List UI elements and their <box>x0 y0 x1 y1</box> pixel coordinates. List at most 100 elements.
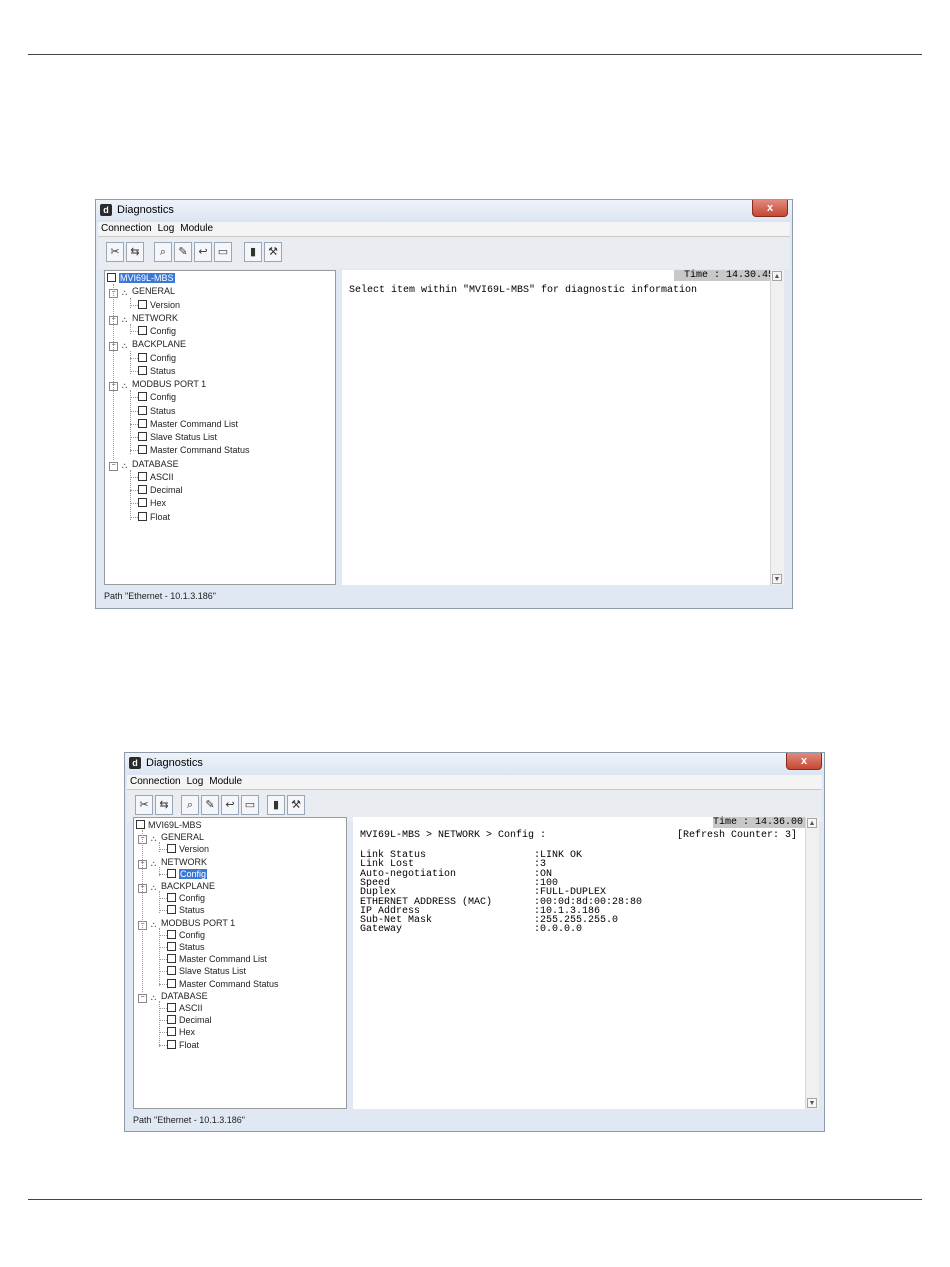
tree-group-database[interactable]: − ⛬ DATABASE <box>138 991 208 1003</box>
tree-connector <box>159 927 160 986</box>
tree-group-general[interactable]: − ⛬ GENERAL <box>109 286 175 299</box>
tree-item-config[interactable]: Config <box>138 352 176 364</box>
tree-connector <box>159 983 167 985</box>
close-button[interactable]: x <box>752 200 788 217</box>
tree-connector <box>159 849 167 851</box>
tree-item-config[interactable]: Config <box>138 326 176 337</box>
tree-group-modbus-port-1[interactable]: − ⛬ MODBUS PORT 1 <box>109 379 206 391</box>
import-icon[interactable]: ↩ <box>221 795 239 815</box>
tree-group-network[interactable]: − ⛬ NETWORK <box>138 857 207 869</box>
tree-item-label: Master Command Status <box>179 978 279 989</box>
tree-item-float[interactable]: Float <box>167 1039 199 1051</box>
new-log-icon[interactable]: ✎ <box>174 242 192 262</box>
tree-item-decimal[interactable]: Decimal <box>138 485 183 496</box>
tree-item-label: Config <box>150 392 177 403</box>
search-icon[interactable]: ⌕ <box>154 242 172 262</box>
tree-group-network[interactable]: − ⛬ NETWORK <box>109 313 178 325</box>
disconnect-icon[interactable]: ✂ <box>106 242 124 262</box>
tree-item-master-command-list[interactable]: Master Command List <box>167 954 267 965</box>
open-folder-icon[interactable]: ▭ <box>214 242 232 262</box>
connect-icon[interactable]: ⇆ <box>155 795 173 815</box>
tree-item-decimal[interactable]: Decimal <box>167 1015 212 1026</box>
tree-item-status[interactable]: Status <box>167 942 205 953</box>
tree-item-master-command-status[interactable]: Master Command Status <box>167 978 279 990</box>
collapse-icon[interactable]: − <box>109 461 118 471</box>
vertical-scrollbar[interactable]: ▲ ▼ <box>805 817 819 1109</box>
module-icon <box>107 273 116 282</box>
tree-item-config[interactable]: Config <box>167 929 205 941</box>
tree-item-label: Status <box>179 942 205 952</box>
tree-item-hex[interactable]: Hex <box>167 1027 195 1038</box>
close-button[interactable]: x <box>786 753 822 770</box>
page-icon <box>138 405 147 415</box>
tree-item-status[interactable]: Status <box>167 905 205 916</box>
page-icon <box>138 471 147 481</box>
scroll-down-icon[interactable]: ▼ <box>772 574 782 584</box>
tree-group-database[interactable]: − ⛬ DATABASE <box>109 459 179 471</box>
tree-group-general[interactable]: − ⛬ GENERAL <box>138 832 204 845</box>
page-icon <box>167 868 176 878</box>
vertical-scrollbar[interactable]: ▲ ▼ <box>770 270 784 585</box>
tree-root[interactable]: MVI69L-MBS <box>136 820 202 831</box>
network-icon: ⛬ <box>150 858 157 868</box>
collapse-icon[interactable]: − <box>138 993 147 1003</box>
page-icon <box>138 485 147 494</box>
search-icon[interactable]: ⌕ <box>181 795 199 815</box>
tree-item-slave-status-list[interactable]: Slave Status List <box>138 432 217 443</box>
tree-item-hex[interactable]: Hex <box>138 498 166 509</box>
menu-log[interactable]: Log <box>155 222 178 234</box>
tree-group-modbus-port-1[interactable]: − ⛬ MODBUS PORT 1 <box>138 918 235 930</box>
tree-root[interactable]: MVI69L-MBS <box>107 273 175 284</box>
tree-item-ascii[interactable]: ASCII <box>167 1003 203 1014</box>
app-icon: d <box>129 757 141 769</box>
status-path: Path "Ethernet - 10.1.3.186" <box>104 591 216 601</box>
menu-bar: Connection Log Module <box>98 222 790 237</box>
bar-chart-icon[interactable]: ▮ <box>267 795 285 815</box>
tree-item-config[interactable]: Config <box>167 893 205 904</box>
tree-group-backplane[interactable]: − ⛬ BACKPLANE <box>138 881 215 893</box>
scroll-up-icon[interactable]: ▲ <box>772 271 782 281</box>
tree-item-status[interactable]: Status <box>138 405 176 417</box>
menu-module[interactable]: Module <box>206 775 245 787</box>
tree-item-config[interactable]: Config <box>167 868 208 880</box>
tree-item-label: Config <box>179 893 206 904</box>
network-icon: ⛬ <box>150 992 157 1002</box>
tree-item-master-command-status[interactable]: Master Command Status <box>138 445 250 456</box>
tree-item-config[interactable]: Config <box>138 392 176 403</box>
page-icon <box>167 1027 176 1037</box>
tools-icon[interactable]: ⚒ <box>264 242 282 262</box>
connect-icon[interactable]: ⇆ <box>126 242 144 262</box>
tree-item-version[interactable]: Version <box>167 844 209 855</box>
scroll-up-icon[interactable]: ▲ <box>807 818 817 828</box>
tree-item-label: Version <box>179 844 210 855</box>
open-folder-icon[interactable]: ▭ <box>241 795 259 815</box>
tree-item-float[interactable]: Float <box>138 511 170 523</box>
tree-item-status[interactable]: Status <box>138 365 176 377</box>
scroll-down-icon[interactable]: ▼ <box>807 1098 817 1108</box>
menu-module[interactable]: Module <box>177 222 216 234</box>
tree-item-ascii[interactable]: ASCII <box>138 471 174 483</box>
page-icon <box>138 418 147 428</box>
tree-item-label: Hex <box>150 498 167 509</box>
page-icon <box>138 352 147 362</box>
menu-connection[interactable]: Connection <box>98 222 155 234</box>
tools-icon[interactable]: ⚒ <box>287 795 305 815</box>
tree-item-version[interactable]: Version <box>138 299 180 311</box>
tree-connector <box>130 503 138 505</box>
tree-connector <box>159 959 167 961</box>
import-icon[interactable]: ↩ <box>194 242 212 262</box>
network-icon: ⛬ <box>121 381 128 390</box>
diagnostics-window-2: d Diagnostics x Connection Log Module ✂ ⇆ … <box>124 752 825 1132</box>
bar-chart-icon[interactable]: ▮ <box>244 242 262 262</box>
tree-item-slave-status-list[interactable]: Slave Status List <box>167 966 246 977</box>
menu-connection[interactable]: Connection <box>127 775 184 787</box>
new-log-icon[interactable]: ✎ <box>201 795 219 815</box>
refresh-counter: [Refresh Counter: 3] <box>677 830 798 841</box>
tree-group-label: DATABASE <box>161 990 208 1001</box>
tree-group-backplane[interactable]: − ⛬ BACKPLANE <box>109 339 186 352</box>
page-icon <box>167 966 176 976</box>
tree-item-master-command-list[interactable]: Master Command List <box>138 418 238 430</box>
disconnect-icon[interactable]: ✂ <box>135 795 153 815</box>
tree-item-label: ASCII <box>150 471 174 482</box>
menu-log[interactable]: Log <box>184 775 207 787</box>
